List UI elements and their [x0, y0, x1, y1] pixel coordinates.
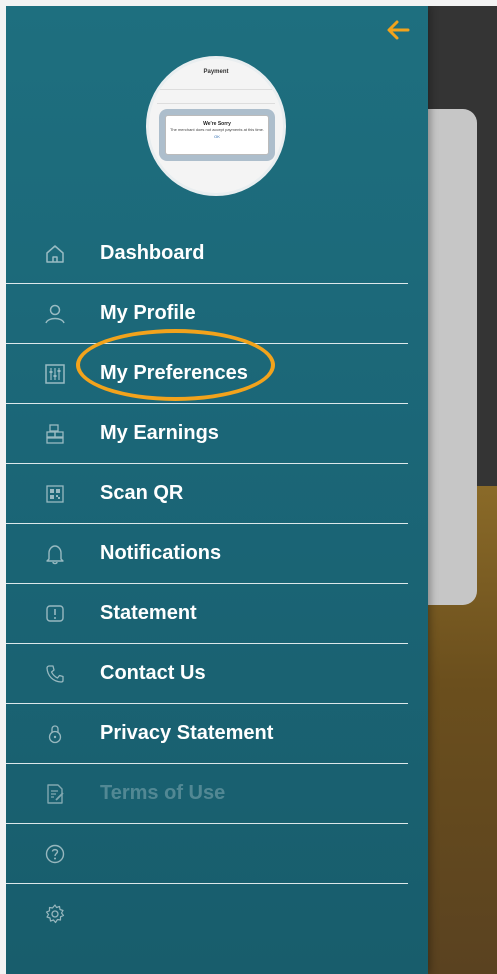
bell-icon [44, 543, 66, 565]
menu-item-scan-qr[interactable]: Scan QR [6, 464, 408, 524]
menu-item-help[interactable] [6, 824, 408, 884]
avatar-photo-dialog: We're Sorry The merchant does not accept… [165, 115, 269, 155]
drawer-menu: Dashboard My Profile My Preferences My E… [6, 224, 428, 943]
menu-item-settings[interactable] [6, 884, 408, 943]
menu-item-notifications[interactable]: Notifications [6, 524, 408, 584]
avatar-dialog-ok: OK [214, 134, 220, 139]
sliders-icon [44, 363, 66, 385]
avatar-photo-divider [157, 103, 275, 104]
phone-icon [44, 663, 66, 685]
menu-item-label: Dashboard [100, 242, 205, 264]
menu-item-my-earnings[interactable]: My Earnings [6, 404, 408, 464]
app-screen: Payment We're Sorry The merchant does no… [6, 6, 497, 974]
menu-item-my-preferences[interactable]: My Preferences [6, 344, 408, 404]
home-icon [44, 243, 66, 265]
menu-item-privacy-statement[interactable]: Privacy Statement [6, 704, 408, 764]
user-icon [44, 303, 66, 325]
menu-item-label: My Earnings [100, 422, 219, 444]
menu-item-label: Notifications [100, 542, 222, 564]
menu-item-my-profile[interactable]: My Profile [6, 284, 408, 344]
statement-icon [44, 603, 66, 625]
earnings-icon [44, 423, 66, 445]
profile-avatar[interactable]: Payment We're Sorry The merchant does no… [146, 56, 286, 196]
menu-item-label: Contact Us [100, 662, 206, 684]
menu-item-label: Scan QR [100, 482, 184, 504]
navigation-drawer: Payment We're Sorry The merchant does no… [6, 6, 428, 974]
menu-item-statement[interactable]: Statement [6, 584, 408, 644]
menu-item-label: Terms of Use [100, 782, 226, 804]
gear-icon [44, 903, 66, 925]
avatar-photo-title: Payment [203, 69, 229, 75]
menu-item-label: Privacy Statement [100, 722, 274, 744]
menu-item-dashboard[interactable]: Dashboard [6, 224, 408, 284]
lock-icon [44, 723, 66, 745]
menu-item-contact-us[interactable]: Contact Us [6, 644, 408, 704]
qr-icon [44, 483, 66, 505]
arrow-left-icon [387, 20, 410, 40]
help-icon [44, 843, 66, 865]
avatar-dialog-message: The merchant does not accept payments at… [169, 127, 265, 132]
menu-item-label: My Profile [100, 302, 196, 324]
menu-item-label: My Preferences [100, 362, 248, 384]
menu-item-label: Statement [100, 602, 197, 624]
back-arrow-button[interactable] [384, 16, 412, 44]
document-edit-icon [44, 783, 66, 805]
avatar-photo-divider [157, 89, 275, 90]
menu-item-terms-of-use[interactable]: Terms of Use [6, 764, 408, 824]
